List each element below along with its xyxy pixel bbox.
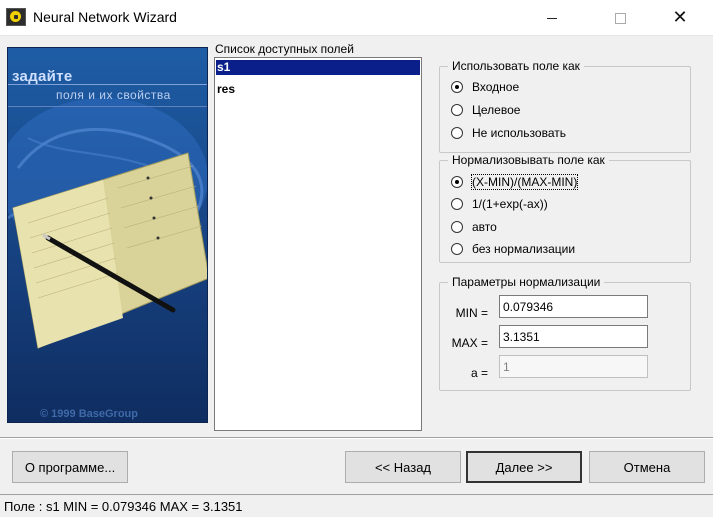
window-title: Neural Network Wizard (33, 9, 177, 25)
radio-label: (X-MIN)/(MAX-MIN) (470, 174, 579, 190)
minimize-button[interactable] (529, 0, 575, 36)
fields-listbox[interactable]: s1 res (214, 57, 422, 431)
radio-button[interactable] (451, 127, 463, 139)
app-icon (6, 8, 26, 26)
radio-button[interactable] (451, 221, 463, 233)
min-input[interactable] (499, 295, 648, 318)
use-as-group: Использовать поле как Входное Целевое Не… (439, 59, 691, 153)
radio-minmax[interactable]: (X-MIN)/(MAX-MIN) (451, 174, 579, 190)
banner-divider-2 (8, 106, 207, 107)
normalize-group: Нормализовывать поле как (X-MIN)/(MAX-MI… (439, 153, 691, 263)
max-label: MAX = (451, 336, 488, 350)
list-item-s1[interactable]: s1 (216, 60, 420, 75)
maximize-icon (614, 12, 626, 24)
radio-button-checked[interactable] (451, 176, 463, 188)
status-bar: Поле : s1 MIN = 0.079346 MAX = 3.1351 (0, 494, 713, 517)
banner-subtitle: поля и их свойства (56, 88, 171, 102)
brain-notebook-illustration (8, 98, 207, 349)
radio-label: 1/(1+exp(-ax)) (472, 197, 548, 211)
banner-title: задайте (12, 68, 73, 85)
fields-list-label: Список доступных полей (215, 42, 354, 56)
radio-button[interactable] (451, 243, 463, 255)
radio-button[interactable] (451, 198, 463, 210)
radio-do-not-use[interactable]: Не использовать (451, 125, 566, 141)
about-button[interactable]: О программе... (12, 451, 128, 483)
min-label: MIN = (455, 306, 488, 320)
next-button[interactable]: Далее >> (466, 451, 582, 483)
use-as-title: Использовать поле как (448, 59, 584, 73)
normalize-title: Нормализовывать поле как (448, 153, 609, 167)
radio-target-field[interactable]: Целевое (451, 102, 520, 118)
close-icon: ✕ (672, 7, 688, 28)
maximize-button (597, 0, 643, 36)
minimize-icon (547, 17, 557, 19)
radio-label: Входное (472, 80, 520, 94)
bottom-separator (0, 437, 713, 439)
params-group: Параметры нормализации MIN = MAX = a = (439, 275, 691, 391)
cancel-button[interactable]: Отмена (589, 451, 705, 483)
max-input[interactable] (499, 325, 648, 348)
radio-label: Целевое (472, 103, 521, 117)
params-title: Параметры нормализации (448, 275, 605, 289)
status-text: Поле : s1 MIN = 0.079346 MAX = 3.1351 (4, 499, 243, 514)
list-item-res[interactable]: res (216, 82, 420, 97)
back-button[interactable]: << Назад (345, 451, 461, 483)
a-input (499, 355, 648, 378)
radio-label: Не использовать (472, 126, 566, 140)
close-button[interactable]: ✕ (657, 0, 703, 36)
banner-copyright: © 1999 BaseGroup (40, 408, 138, 420)
radio-no-normalization[interactable]: без нормализации (451, 241, 575, 257)
radio-input-field[interactable]: Входное (451, 79, 519, 95)
title-bar: Neural Network Wizard ✕ (0, 0, 713, 36)
radio-label: без нормализации (472, 242, 576, 256)
wizard-banner-image: задайте поля и их свойства © 1999 BaseGr… (7, 47, 208, 423)
a-label: a = (470, 366, 488, 380)
radio-sigmoid[interactable]: 1/(1+exp(-ax)) (451, 196, 548, 212)
radio-button-checked[interactable] (451, 81, 463, 93)
radio-label: авто (472, 220, 497, 234)
radio-button[interactable] (451, 104, 463, 116)
radio-auto[interactable]: авто (451, 219, 497, 235)
